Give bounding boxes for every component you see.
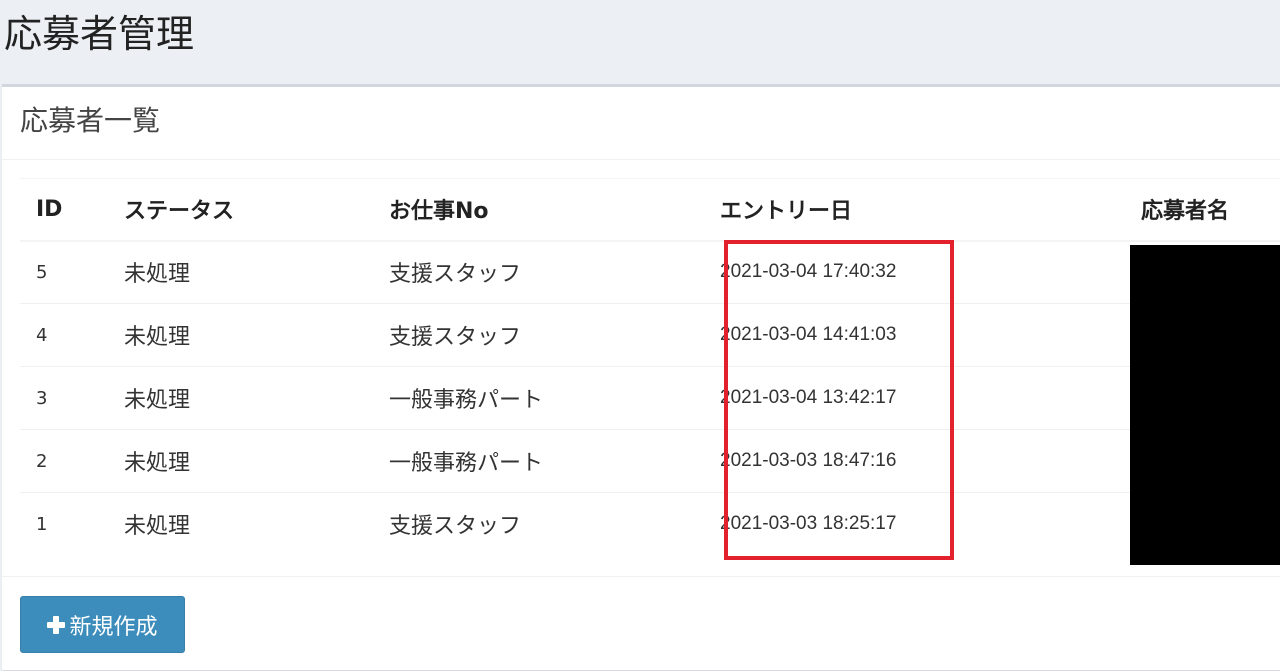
- cell-id: 4: [36, 324, 48, 346]
- cell-id: 5: [36, 261, 48, 283]
- cell-status: 未処理: [124, 325, 191, 350]
- applicant-list-box: 応募者一覧 ID ステータス お仕事No エントリー日 応募者名 5 未処理 支…: [2, 84, 1280, 670]
- cell-job-no: 支援スタッフ: [389, 325, 522, 350]
- table-row[interactable]: 4 未処理 支援スタッフ 2021-03-04 14:41:03: [20, 303, 1280, 367]
- table-row[interactable]: 2 未処理 一般事務パート 2021-03-03 18:47:16: [20, 429, 1280, 493]
- cell-status: 未処理: [124, 262, 191, 288]
- cell-entry-date: 2021-03-04 17:40:32: [720, 261, 897, 283]
- cell-entry-date: 2021-03-03 18:25:17: [720, 513, 897, 535]
- create-new-button-label: 新規作成: [69, 614, 158, 640]
- box-footer: 新規作成: [2, 576, 1280, 671]
- cell-job-no: 支援スタッフ: [389, 262, 522, 288]
- create-new-button[interactable]: 新規作成: [20, 596, 185, 653]
- table-row[interactable]: 5 未処理 支援スタッフ 2021-03-04 17:40:32: [20, 240, 1280, 304]
- table-header-row: ID ステータス お仕事No エントリー日 応募者名: [20, 178, 1280, 242]
- cell-job-no: 一般事務パート: [389, 451, 544, 476]
- column-header-applicant-name[interactable]: 応募者名: [1125, 178, 1280, 242]
- box-header: 応募者一覧: [2, 87, 1280, 160]
- cell-status: 未処理: [124, 451, 191, 476]
- column-header-job-no[interactable]: お仕事No: [373, 178, 720, 242]
- cell-status: 未処理: [124, 514, 191, 540]
- cell-entry-date: 2021-03-04 13:42:17: [720, 387, 897, 408]
- applicant-table: ID ステータス お仕事No エントリー日 応募者名 5 未処理 支援スタッフ …: [20, 178, 1280, 556]
- cell-job-no: 一般事務パート: [389, 388, 544, 413]
- column-header-id[interactable]: ID: [20, 178, 108, 242]
- cell-job-no: 支援スタッフ: [389, 514, 522, 540]
- applicant-name-redaction: [1130, 245, 1280, 565]
- column-header-entry-date[interactable]: エントリー日: [720, 178, 1125, 242]
- cell-id: 2: [36, 450, 48, 472]
- cell-id: 1: [36, 513, 48, 535]
- plus-icon: [47, 615, 66, 634]
- table-row[interactable]: 1 未処理 支援スタッフ 2021-03-03 18:25:17: [20, 492, 1280, 556]
- cell-entry-date: 2021-03-04 14:41:03: [720, 324, 897, 345]
- page-title: 応募者管理: [4, 12, 195, 56]
- cell-entry-date: 2021-03-03 18:47:16: [720, 450, 897, 471]
- cell-id: 3: [36, 387, 48, 409]
- table-row[interactable]: 3 未処理 一般事務パート 2021-03-04 13:42:17: [20, 366, 1280, 430]
- cell-status: 未処理: [124, 388, 191, 413]
- box-title: 応募者一覧: [20, 104, 161, 137]
- column-header-status[interactable]: ステータス: [108, 178, 373, 242]
